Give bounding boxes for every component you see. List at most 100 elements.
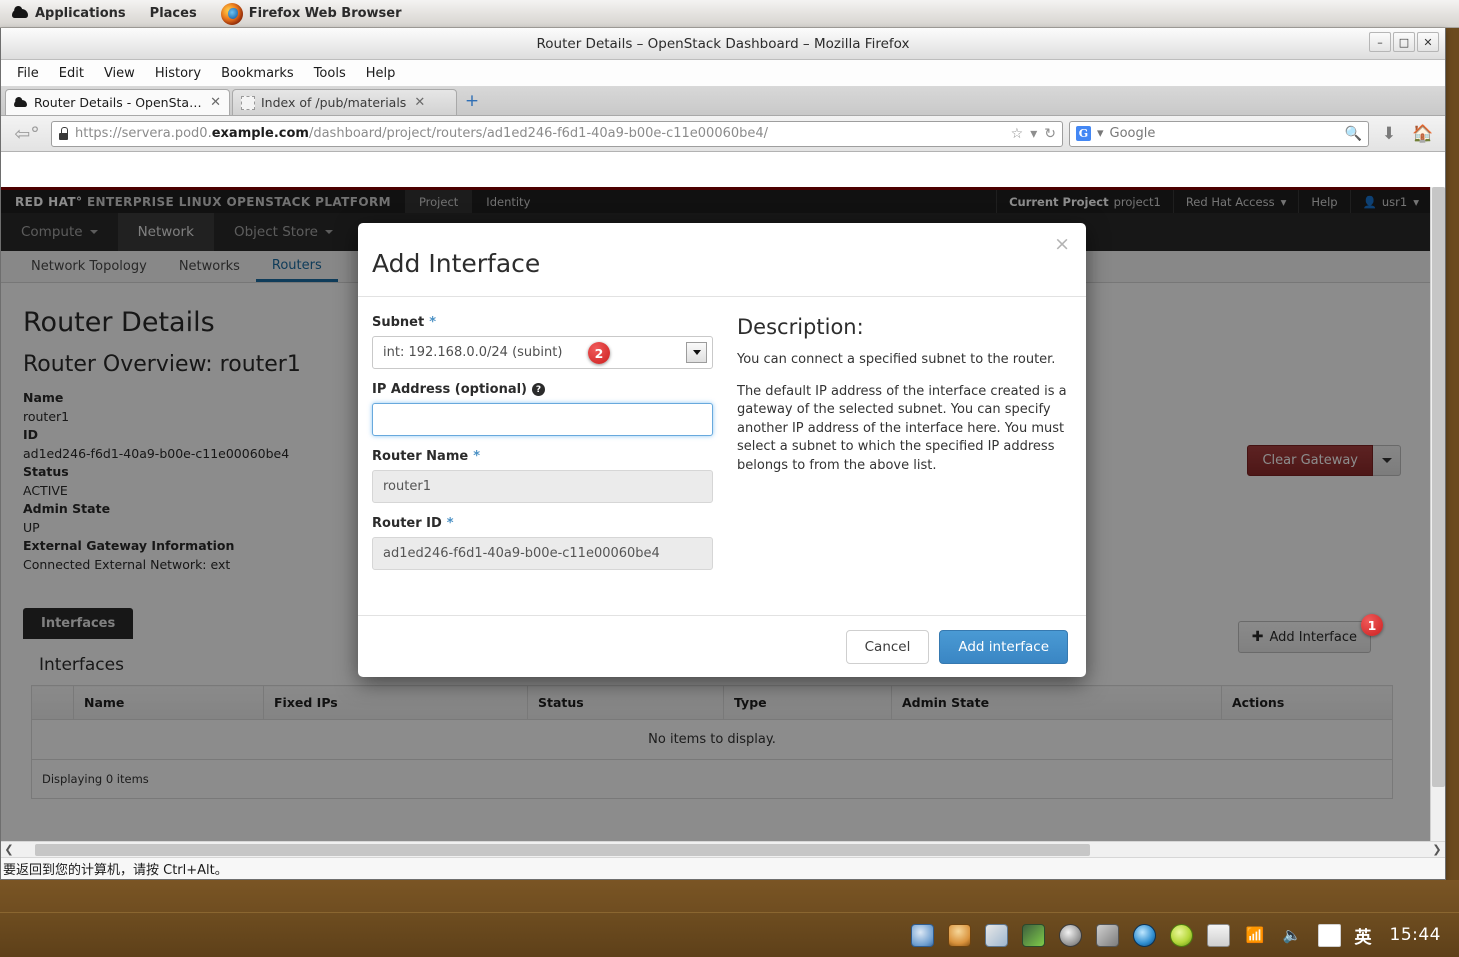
router-id-label-row: Router ID * xyxy=(372,516,713,531)
window-title: Router Details – OpenStack Dashboard – M… xyxy=(536,35,910,52)
url-path: /dashboard/project/routers/ad1ed246-f6d1… xyxy=(308,126,769,141)
spiral-app-icon[interactable] xyxy=(1058,923,1082,947)
tab-close-icon[interactable]: ✕ xyxy=(210,95,221,110)
horizontal-scrollbar-thumb[interactable] xyxy=(35,843,1090,856)
window-list-firefox[interactable]: Firefox Web Browser xyxy=(209,0,414,28)
menu-edit[interactable]: Edit xyxy=(49,63,94,84)
tab-close-icon[interactable]: ✕ xyxy=(414,95,425,110)
copy-files-icon[interactable] xyxy=(984,923,1008,947)
navigation-toolbar: ⇦° https://servera.pod0.example.com/dash… xyxy=(1,116,1445,152)
browser-app-icon[interactable] xyxy=(1132,923,1156,947)
router-name-label: Router Name xyxy=(372,449,469,464)
vertical-scrollbar-thumb[interactable] xyxy=(1432,187,1445,787)
description-title: Description: xyxy=(737,315,864,339)
red-hat-logo-icon xyxy=(12,6,29,21)
modal-title: Add Interface xyxy=(372,249,541,278)
add-plugin-icon[interactable] xyxy=(1169,923,1193,947)
gnome-top-panel: Applications Places Firefox Web Browser xyxy=(0,0,1459,28)
menu-bar: File Edit View History Bookmarks Tools H… xyxy=(1,60,1445,86)
compass-app-icon[interactable] xyxy=(910,923,934,947)
input-method-panel-icon[interactable] xyxy=(1317,923,1341,947)
volume-icon[interactable]: 🔈 xyxy=(1281,924,1304,947)
tab-strip: Router Details - OpenStack ... ✕ Index o… xyxy=(1,86,1445,116)
modal-description-panel: Description: You can connect a specified… xyxy=(727,315,1072,583)
menu-bookmarks[interactable]: Bookmarks xyxy=(211,63,304,84)
search-bar[interactable]: G ▾ Google 🔍 xyxy=(1069,120,1369,147)
ip-address-label: IP Address (optional) xyxy=(372,382,527,397)
menu-history[interactable]: History xyxy=(145,63,211,84)
url-bar[interactable]: https://servera.pod0.example.com/dashboa… xyxy=(51,120,1063,147)
help-icon[interactable]: ? xyxy=(532,383,545,396)
battery-icon[interactable] xyxy=(1206,923,1230,947)
search-engine-chevron-icon[interactable]: ▾ xyxy=(1097,126,1104,141)
bookmark-star-icon[interactable]: ☆ xyxy=(1011,126,1024,142)
downloads-icon[interactable]: ⬇ xyxy=(1375,121,1403,147)
status-bar: 要返回到您的计算机，请按 Ctrl+Alt。 xyxy=(1,857,1445,879)
scroll-left-icon[interactable]: ❮ xyxy=(1,843,17,856)
minimize-button[interactable]: – xyxy=(1369,32,1391,52)
menu-file[interactable]: File xyxy=(7,63,49,84)
scroll-right-icon[interactable]: ❯ xyxy=(1429,843,1445,856)
add-interface-submit-button[interactable]: Add interface xyxy=(939,629,1068,664)
search-input-value[interactable]: Google xyxy=(1110,126,1156,141)
menu-tools[interactable]: Tools xyxy=(304,63,356,84)
wifi-icon[interactable]: 📶 xyxy=(1244,924,1267,947)
tab-index-label: Index of /pub/materials xyxy=(261,95,407,110)
chevron-down-icon[interactable]: ▾ xyxy=(1030,126,1037,142)
modal-body: Subnet * int: 192.168.0.0/24 (subint) 2 … xyxy=(358,297,1086,583)
input-language-indicator[interactable]: 英 xyxy=(1355,923,1372,948)
window-titlebar: Router Details – OpenStack Dashboard – M… xyxy=(1,28,1445,60)
lock-icon xyxy=(58,127,69,140)
subnet-label-row: Subnet * xyxy=(372,315,713,330)
url-domain: example.com xyxy=(211,126,309,141)
ip-address-input[interactable] xyxy=(372,403,713,436)
applications-menu-label: Applications xyxy=(35,6,126,21)
close-icon[interactable]: × xyxy=(1054,235,1070,254)
subnet-select-wrapper: int: 192.168.0.0/24 (subint) 2 xyxy=(372,336,713,369)
window-list-firefox-label: Firefox Web Browser xyxy=(248,6,402,21)
modal-form: Subnet * int: 192.168.0.0/24 (subint) 2 … xyxy=(372,315,727,583)
maximize-button[interactable]: □ xyxy=(1393,32,1415,52)
places-menu[interactable]: Places xyxy=(138,0,209,28)
flash-app-icon[interactable] xyxy=(1095,923,1119,947)
tab-index-of-pub-materials[interactable]: Index of /pub/materials ✕ xyxy=(232,89,457,115)
qq-penguin-icon[interactable] xyxy=(947,923,971,947)
modal-footer: Cancel Add interface xyxy=(358,615,1086,677)
ip-address-field-group: IP Address (optional) ? xyxy=(372,382,713,436)
vertical-scrollbar[interactable]: ❯ xyxy=(1430,187,1445,878)
close-button[interactable]: ✕ xyxy=(1417,32,1439,52)
google-engine-icon[interactable]: G xyxy=(1076,126,1091,141)
window-controls: – □ ✕ xyxy=(1369,32,1439,52)
menu-help[interactable]: Help xyxy=(356,63,406,84)
url-scheme: https://servera.pod0. xyxy=(75,126,212,141)
subnet-select[interactable]: int: 192.168.0.0/24 (subint) xyxy=(372,336,713,369)
router-id-input xyxy=(372,537,713,570)
home-icon[interactable]: 🏠 xyxy=(1409,121,1437,147)
router-name-input xyxy=(372,470,713,503)
tab-router-details-label: Router Details - OpenStack ... xyxy=(34,95,203,110)
menu-view[interactable]: View xyxy=(94,63,145,84)
horizontal-scrollbar[interactable]: ❮ ❯ xyxy=(1,841,1445,857)
cancel-button[interactable]: Cancel xyxy=(845,629,930,664)
new-tab-button[interactable]: + xyxy=(459,89,485,113)
subnet-select-value: int: 192.168.0.0/24 (subint) xyxy=(383,345,563,360)
places-menu-label: Places xyxy=(149,6,197,21)
back-forward-button[interactable]: ⇦° xyxy=(9,121,45,147)
annotation-badge-1: 1 xyxy=(1361,614,1383,636)
search-icon[interactable]: 🔍 xyxy=(1345,126,1362,142)
ip-address-label-row: IP Address (optional) ? xyxy=(372,382,713,397)
nvidia-settings-icon[interactable] xyxy=(1021,923,1045,947)
add-interface-modal: Add Interface × Subnet * int: 192.168.0.… xyxy=(358,223,1086,677)
tab-router-details[interactable]: Router Details - OpenStack ... ✕ xyxy=(5,89,230,115)
openstack-dashboard: RED HAT ° ENTERPRISE LINUX OPENSTACK PLA… xyxy=(1,187,1431,878)
url-bar-icons: ☆ ▾ ↻ xyxy=(1011,126,1056,142)
chevron-down-icon[interactable] xyxy=(686,342,707,363)
applications-menu[interactable]: Applications xyxy=(0,0,138,28)
generic-page-favicon-icon xyxy=(241,95,255,110)
description-paragraph-2: The default IP address of the interface … xyxy=(737,383,1067,473)
router-id-field-group: Router ID * xyxy=(372,516,713,570)
subnet-label: Subnet xyxy=(372,315,425,330)
subnet-field-group: Subnet * int: 192.168.0.0/24 (subint) 2 xyxy=(372,315,713,369)
horizontal-scrollbar-track[interactable] xyxy=(17,842,1429,858)
reload-icon[interactable]: ↻ xyxy=(1044,126,1056,142)
